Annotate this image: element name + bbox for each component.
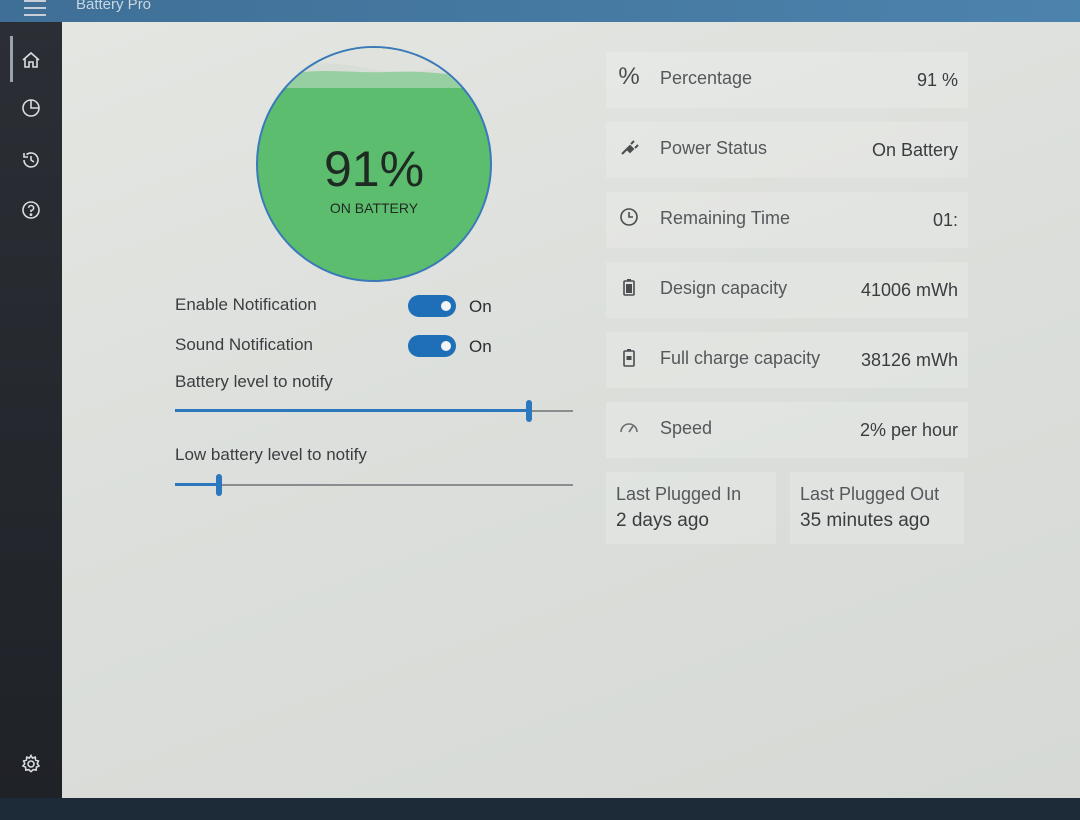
home-icon: [22, 51, 40, 68]
slider-track: [175, 484, 573, 486]
sound-notification-label: Sound Notification: [175, 335, 313, 354]
bottom-strip: [0, 798, 1080, 820]
power-status-value: On Battery: [871, 140, 958, 160]
plug-icon: [618, 136, 640, 158]
slider-fill: [175, 409, 529, 412]
enable-notification-toggle[interactable]: [408, 295, 456, 317]
nav-rail: [0, 22, 62, 798]
design-capacity-label: Design capacity: [660, 278, 788, 298]
slider-thumb[interactable]: [216, 474, 222, 496]
speedometer-icon: [618, 416, 640, 438]
speed-card: Speed 2% per hour: [606, 402, 968, 458]
battery-level-slider[interactable]: [175, 400, 573, 424]
clock-icon: [618, 206, 640, 228]
last-plugged-out-card: Last Plugged Out 35 minutes ago: [790, 472, 964, 544]
last-plugged-in-card: Last Plugged In 2 days ago: [606, 472, 776, 544]
help-icon: [22, 201, 40, 219]
last-plugged-out-value: 35 minutes ago: [800, 510, 930, 531]
low-battery-level-label: Low battery level to notify: [175, 445, 367, 464]
speed-value: 2% per hour: [859, 420, 958, 440]
sound-notification-state: On: [469, 337, 492, 356]
last-plugged-out-label: Last Plugged Out: [800, 484, 940, 504]
power-status-card: Power Status On Battery: [606, 122, 968, 178]
gear-icon: [21, 753, 41, 773]
sound-notification-toggle[interactable]: [408, 335, 456, 357]
enable-notification-state: On: [469, 297, 492, 316]
power-status-label: Power Status: [660, 138, 768, 158]
battery-level-label: Battery level to notify: [175, 372, 333, 391]
slider-fill: [175, 483, 219, 486]
full-charge-capacity-label: Full charge capacity: [660, 348, 821, 368]
remaining-time-card: Remaining Time 01:: [606, 192, 968, 248]
last-plugged-in-label: Last Plugged In: [616, 484, 742, 504]
enable-notification-label: Enable Notification: [175, 295, 317, 314]
full-charge-capacity-value: 38126 mWh: [860, 350, 958, 370]
low-battery-level-slider[interactable]: [175, 474, 573, 498]
toggle-knob: [441, 341, 451, 351]
history-icon: [23, 152, 39, 168]
settings-button[interactable]: [9, 744, 53, 784]
nav-statistics[interactable]: [9, 88, 53, 128]
nav-history[interactable]: [9, 140, 53, 180]
title-bar: Battery Pro: [0, 0, 1080, 22]
battery-full-icon: [618, 346, 640, 368]
battery-gauge: 91% ON BATTERY: [256, 46, 492, 282]
percentage-label: Percentage: [660, 68, 753, 88]
hamburger-menu-icon[interactable]: [24, 0, 46, 16]
nav-help[interactable]: [9, 190, 53, 230]
remaining-time-value: 01:: [932, 210, 958, 230]
percentage-value: 91 %: [916, 70, 958, 90]
percentage-card: % Percentage 91 %: [606, 52, 968, 108]
design-capacity-value: 41006 mWh: [860, 280, 958, 300]
speed-label: Speed: [660, 418, 713, 438]
battery-status-text: ON BATTERY: [329, 200, 419, 216]
app-title: Battery Pro: [76, 0, 152, 13]
percent-icon: %: [618, 63, 640, 90]
design-capacity-card: Design capacity 41006 mWh: [606, 262, 968, 318]
remaining-time-label: Remaining Time: [660, 208, 791, 228]
battery-percent-text: 91%: [323, 141, 425, 197]
battery-icon: [618, 276, 640, 298]
toggle-knob: [441, 301, 451, 311]
pie-chart-icon: [22, 99, 40, 117]
nav-home[interactable]: [9, 40, 53, 80]
slider-thumb[interactable]: [526, 400, 532, 422]
full-charge-capacity-card: Full charge capacity 38126 mWh: [606, 332, 968, 388]
last-plugged-in-value: 2 days ago: [616, 510, 709, 531]
